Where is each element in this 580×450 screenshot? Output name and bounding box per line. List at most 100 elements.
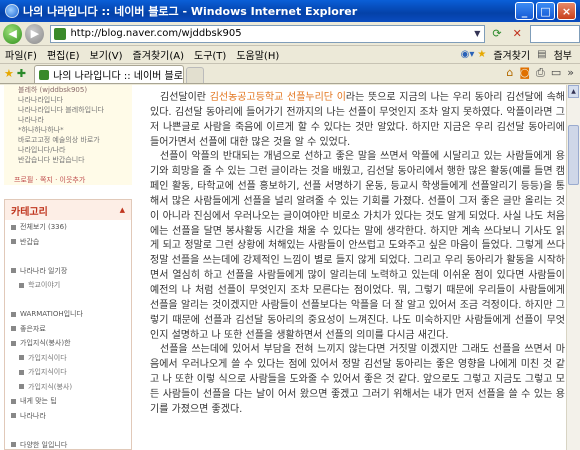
refresh-icon[interactable]: ⟳: [488, 25, 505, 43]
page-menu-icon[interactable]: ▭: [551, 66, 561, 80]
profile-line: 블레하 (wjddbsk905): [18, 86, 88, 94]
profile-line: 반갑습니다 반갑습니다: [18, 156, 85, 164]
post-paragraph: 김선달이란 김선농공고등학교 선플누리단 이라는 뜻으로 지금의 나는 우리 동…: [150, 91, 565, 150]
menu-favorites[interactable]: 즐겨찾기(A): [128, 47, 189, 62]
forward-button[interactable]: ▶: [25, 23, 45, 44]
category-item[interactable]: 나라나라: [5, 409, 131, 424]
post-paragraph: 선플이 악플의 반대되는 개념으로 선하고 좋은 말을 쓰면서 악플에 시달리고…: [150, 150, 565, 343]
category-item[interactable]: 다양한 일입니다: [5, 438, 131, 450]
menu-bar: 파일(F) 편집(E) 보기(V) 즐겨찾기(A) 도구(T) 도움말(H) ◉…: [0, 46, 580, 64]
tab-label: 나의 나라입니다 :: 네이버 블로그: [53, 71, 185, 82]
category-item[interactable]: 반갑습: [5, 235, 131, 250]
vertical-scrollbar[interactable]: ▲: [566, 85, 580, 450]
profile-line: 나라나라: [18, 116, 44, 124]
folder-icon: [11, 340, 16, 346]
category-label: WARMATIOH입니다: [20, 310, 83, 319]
minimize-button[interactable]: _: [515, 2, 534, 20]
new-tab-button[interactable]: [186, 67, 205, 83]
category-item[interactable]: 가입지식이다: [5, 351, 131, 366]
category-label: 나라나라: [20, 411, 46, 420]
profile-line: 나라나라입니다 블레하입니다: [18, 106, 104, 114]
profile-line: 나라입니다/나라: [18, 146, 66, 154]
favorites-star-icon: ★: [477, 49, 487, 60]
favorites-center-icon[interactable]: ★: [4, 67, 14, 80]
profile-box: 블레하 (wjddbsk905) 나라나라입니다 나라나라입니다 블레하입니다 …: [4, 85, 132, 185]
tab-bar: ★ ✚ 나의 나라입니다 :: 네이버 블로그 ⌂ ◙ ⎙ ▭ »: [0, 64, 580, 84]
category-item[interactable]: 가입지식(봉사): [5, 380, 131, 395]
paragraph-text: 선플을 쓰는데에 있어서 부담을 전혀 느끼지 않는다면 거짓말 이겠지만 그래…: [150, 344, 565, 415]
category-label: 가입지식이다: [28, 368, 67, 377]
page-icon: [39, 69, 50, 80]
url-input[interactable]: [70, 28, 471, 39]
folder-icon: [11, 398, 16, 404]
page-content: 블레하 (wjddbsk905) 나라나라입니다 나라나라입니다 블레하입니다 …: [0, 85, 580, 450]
category-label: 나라나라 일기장: [20, 266, 68, 275]
address-toolbar: ◀ ▶ ▼ ⟳ ✕: [0, 22, 580, 46]
folder-icon: [11, 239, 16, 245]
stop-icon[interactable]: ✕: [509, 25, 526, 43]
category-item[interactable]: 가입지식(봉사)한: [5, 336, 131, 351]
paragraph-text: 김선달이란: [160, 92, 210, 103]
menu-file[interactable]: 파일(F): [0, 47, 42, 62]
folder-icon: [19, 369, 24, 375]
folder-icon: [11, 311, 16, 317]
close-button[interactable]: ×: [557, 2, 576, 20]
category-label: 다양한 일입니다: [20, 440, 68, 449]
category-title: 카테고리 ▲: [5, 200, 131, 220]
print-icon[interactable]: ⎙: [536, 66, 545, 80]
category-label: 반갑습: [20, 237, 40, 246]
folder-icon: [11, 224, 16, 230]
category-item[interactable]: 좋은자료: [5, 322, 131, 337]
category-label: 가입지식이다: [28, 353, 67, 362]
category-item[interactable]: 내게 맞는 팁: [5, 394, 131, 409]
category-spacer: [5, 249, 131, 264]
folder-icon: [19, 282, 24, 288]
profile-line: 바로고고정 예술의상 바로가: [18, 136, 100, 144]
blog-post-body: 김선달이란 김선농공고등학교 선플누리단 이라는 뜻으로 지금의 나는 우리 동…: [150, 91, 565, 418]
category-item[interactable]: 가입지식이다: [5, 365, 131, 380]
tab-blog[interactable]: 나의 나라입니다 :: 네이버 블로그: [34, 65, 185, 83]
category-item[interactable]: 학교이야기: [5, 278, 131, 293]
category-spacer: [5, 423, 131, 438]
category-item[interactable]: 나라나라 일기장: [5, 264, 131, 279]
scroll-thumb[interactable]: [568, 125, 579, 185]
tools-button[interactable]: 첨부: [550, 47, 576, 62]
category-label: 좋은자료: [20, 324, 46, 333]
category-item[interactable]: 전체보기 (336): [5, 220, 131, 235]
favorites-button[interactable]: 즐겨찾기: [489, 47, 534, 62]
add-favorite-icon[interactable]: ✚: [17, 67, 26, 80]
sidebar: 블레하 (wjddbsk905) 나라나라입니다 나라나라입니다 블레하입니다 …: [0, 85, 135, 450]
folder-icon: [19, 384, 24, 390]
search-input[interactable]: [529, 24, 580, 43]
category-title-label: 카테고리: [11, 206, 48, 218]
folder-icon: [11, 268, 16, 274]
window-title: 나의 나라입니다 :: 네이버 블로그 - Windows Internet E…: [23, 5, 358, 18]
links-icon[interactable]: ◉▾: [461, 49, 475, 60]
category-label: 학교이야기: [28, 281, 61, 290]
folder-icon: [11, 413, 16, 419]
ie-logo-icon: [5, 4, 19, 18]
maximize-button[interactable]: □: [536, 2, 555, 20]
back-button[interactable]: ◀: [3, 23, 23, 44]
chevron-up-icon[interactable]: ▲: [120, 206, 125, 214]
home-icon[interactable]: ⌂: [506, 66, 513, 80]
page-icon: [54, 27, 67, 40]
category-item[interactable]: WARMATIOH입니다: [5, 307, 131, 322]
title-bar: 나의 나라입니다 :: 네이버 블로그 - Windows Internet E…: [0, 0, 580, 22]
category-label: 전체보기 (336): [20, 223, 67, 232]
post-paragraph: 선플을 쓰는데에 있어서 부담을 전혀 느끼지 않는다면 거짓말 이겠지만 그래…: [150, 343, 565, 417]
chevron-right-icon[interactable]: »: [567, 66, 574, 80]
scroll-up-button[interactable]: ▲: [568, 85, 579, 98]
category-spacer: [5, 293, 131, 308]
menu-view[interactable]: 보기(V): [85, 47, 128, 62]
chevron-down-icon[interactable]: ▼: [470, 26, 484, 42]
profile-links[interactable]: 프로필 · 쪽지 · 이웃추가: [14, 175, 85, 185]
category-label: 가입지식(봉사)한: [20, 339, 71, 348]
menu-tools[interactable]: 도구(T): [189, 47, 231, 62]
address-bar[interactable]: ▼: [50, 24, 486, 43]
category-label: 내게 맞는 팁: [20, 397, 57, 406]
feeds-icon[interactable]: ◙: [519, 66, 530, 80]
menu-help[interactable]: 도움말(H): [231, 47, 284, 62]
window-controls: _ □ ×: [515, 2, 576, 20]
menu-edit[interactable]: 편집(E): [42, 47, 85, 62]
